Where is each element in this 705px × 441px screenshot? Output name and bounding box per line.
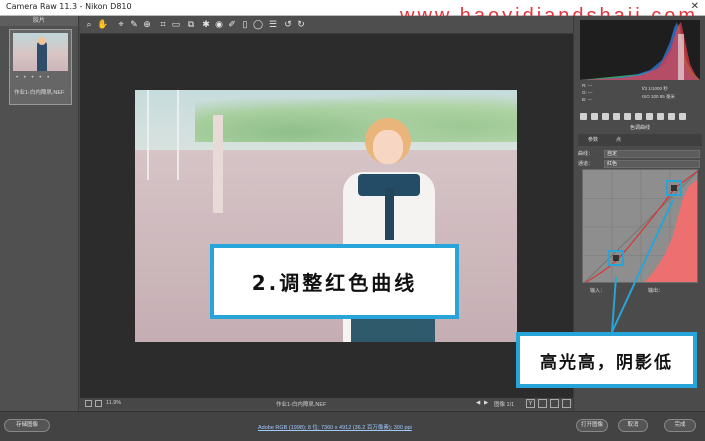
adjustment-brush-tool-icon[interactable]: ✐ — [227, 19, 237, 29]
filmstrip-header[interactable]: 胶片 — [0, 16, 78, 26]
channel-label: 通道： — [578, 161, 594, 167]
radial-filter-tool-icon[interactable]: ◯ — [253, 19, 263, 29]
thumbnail-image — [13, 33, 68, 71]
shadow-point[interactable] — [613, 255, 619, 261]
canvas-filename: 作业1-白内障夙.NEF — [276, 402, 327, 408]
highlight-point[interactable] — [671, 185, 677, 191]
hand-tool-icon[interactable]: ✋ — [97, 19, 108, 29]
panel-tab-bar — [578, 112, 702, 123]
readout-g: G: --- — [582, 90, 593, 95]
panel-title: 色调曲线 — [629, 125, 650, 131]
tone-curve-graph — [583, 170, 697, 282]
thumbnail-figure-head — [38, 37, 46, 45]
calibration-tab-icon[interactable] — [657, 113, 664, 120]
split-toning-tab-icon[interactable] — [624, 113, 631, 120]
fit-view-icon[interactable] — [85, 400, 92, 407]
photo-tower — [147, 90, 179, 180]
callout-adjust-red-curve: 2.调整红色曲线 — [210, 244, 459, 319]
histogram-graph — [580, 22, 700, 80]
panel-menu-icon[interactable] — [562, 399, 571, 408]
before-after-toggle-icon[interactable] — [538, 399, 547, 408]
callout-adjust-red-curve-text: 2.调整红色曲线 — [251, 271, 418, 295]
curve-input-label: 输入： — [590, 288, 606, 294]
curve-preset-row: 曲线： 自定 — [578, 150, 702, 159]
channel-select[interactable]: 红色 — [604, 160, 700, 168]
curve-preset-select[interactable]: 自定 — [604, 150, 700, 158]
spot-removal-tool-icon[interactable]: ✱ — [201, 19, 211, 29]
canvas-status-bar: 11.9% 作业1-白内障夙.NEF ◀ ▶ 图像 1/1 Y — [80, 398, 573, 410]
next-image-icon[interactable]: ▶ — [484, 400, 488, 406]
hsl-tab-icon[interactable] — [613, 113, 620, 120]
filmstrip: 胶片 • • • • • 作业1-白内障夙.NEF — [0, 16, 79, 411]
curve-preset-label: 曲线： — [578, 151, 594, 157]
white-balance-tool-icon[interactable]: ⌖ — [116, 19, 126, 29]
callout-highlight-shadow: 高光高，阴影低 — [516, 332, 697, 388]
effects-tab-icon[interactable] — [646, 113, 653, 120]
photo-subject-skirt — [351, 318, 435, 342]
readout-b: B: --- — [582, 97, 592, 102]
zoom-level[interactable]: 11.9% — [106, 400, 121, 406]
workflow-options-link[interactable]: Adobe RGB (1998); 8 位; 7360 x 4912 (36.2… — [258, 423, 412, 431]
crop-tool-icon[interactable]: ⌗ — [158, 19, 168, 29]
color-sampler-tool-icon[interactable]: ✎ — [129, 19, 139, 29]
open-image-button[interactable]: 打开图像 — [576, 419, 608, 432]
thumbnail-filename: 作业1-白内障夙.NEF — [14, 90, 65, 96]
photo-subject-tie — [385, 188, 394, 240]
save-image-button[interactable]: 存储图像 — [4, 419, 50, 432]
close-icon[interactable]: ✕ — [691, 1, 699, 12]
callout-highlight-shadow-text: 高光高，阴影低 — [540, 352, 673, 373]
channel-row: 通道： 红色 — [578, 160, 702, 169]
photo-subject-face — [373, 130, 403, 164]
photo-pole — [213, 115, 223, 213]
targeted-adjust-tool-icon[interactable]: ⊕ — [142, 19, 152, 29]
tone-curve-tab-icon[interactable] — [591, 113, 598, 120]
presets-tab-icon[interactable] — [668, 113, 675, 120]
filmstrip-thumbnail[interactable]: • • • • • 作业1-白内障夙.NEF — [9, 29, 72, 105]
rotate-right-icon[interactable]: ↻ — [296, 19, 306, 29]
tab-point[interactable]: 点 — [616, 136, 621, 143]
readout-exposure: f/3 1/1000 秒 — [642, 86, 668, 91]
page-indicator: 图像 1/1 — [494, 402, 515, 408]
snapshots-tab-icon[interactable] — [679, 113, 686, 120]
image-canvas[interactable] — [80, 34, 573, 398]
thumbnail-figure — [37, 41, 47, 71]
red-eye-tool-icon[interactable]: ◉ — [214, 19, 224, 29]
lens-tab-icon[interactable] — [635, 113, 642, 120]
basic-tab-icon[interactable] — [580, 113, 587, 120]
camera-raw-window: Camera Raw 11.3 - Nikon D810 www.haoyidi… — [0, 0, 705, 441]
prev-image-icon[interactable]: ◀ — [476, 400, 480, 406]
window-title: Camera Raw 11.3 - Nikon D810 — [6, 2, 132, 11]
straighten-tool-icon[interactable]: ▭ — [171, 19, 181, 29]
curve-subtabs: 参数 点 — [578, 134, 702, 146]
readout-r: R: --- — [582, 83, 593, 88]
zoom-in-icon[interactable] — [95, 400, 102, 407]
rotate-left-icon[interactable]: ↺ — [283, 19, 293, 29]
rating-stars[interactable]: • • • • • — [16, 75, 51, 81]
toolbar: ⌕ ✋ ⌖ ✎ ⊕ ⌗ ▭ ⧉ ✱ ◉ ✐ ▯ ◯ ☰ ↺ ↻ — [80, 16, 573, 34]
graduated-filter-tool-icon[interactable]: ▯ — [240, 19, 250, 29]
readout-iso: ISO 100 85 毫米 — [642, 94, 676, 99]
histogram-readout: R: --- G: --- B: --- f/3 1/1000 秒 ISO 10… — [580, 82, 700, 110]
cancel-button[interactable]: 取消 — [618, 419, 648, 432]
photo-trees — [195, 90, 517, 142]
transform-tool-icon[interactable]: ⧉ — [186, 19, 196, 29]
histogram — [580, 20, 700, 80]
before-after-y-icon[interactable]: Y — [526, 399, 535, 408]
tone-curve-editor[interactable] — [582, 169, 698, 283]
title-bar: Camera Raw 11.3 - Nikon D810 www.haoyidi… — [0, 0, 705, 27]
done-button[interactable]: 完成 — [664, 419, 696, 432]
preferences-icon[interactable]: ☰ — [268, 19, 278, 29]
detail-tab-icon[interactable] — [602, 113, 609, 120]
curve-output-label: 输出： — [648, 288, 664, 294]
bottom-bar: 存储图像 Adobe RGB (1998); 8 位; 7360 x 4912 … — [0, 411, 705, 441]
tab-parametric[interactable]: 参数 — [588, 136, 598, 143]
zoom-tool-icon[interactable]: ⌕ — [84, 19, 94, 29]
swap-settings-icon[interactable] — [550, 399, 559, 408]
